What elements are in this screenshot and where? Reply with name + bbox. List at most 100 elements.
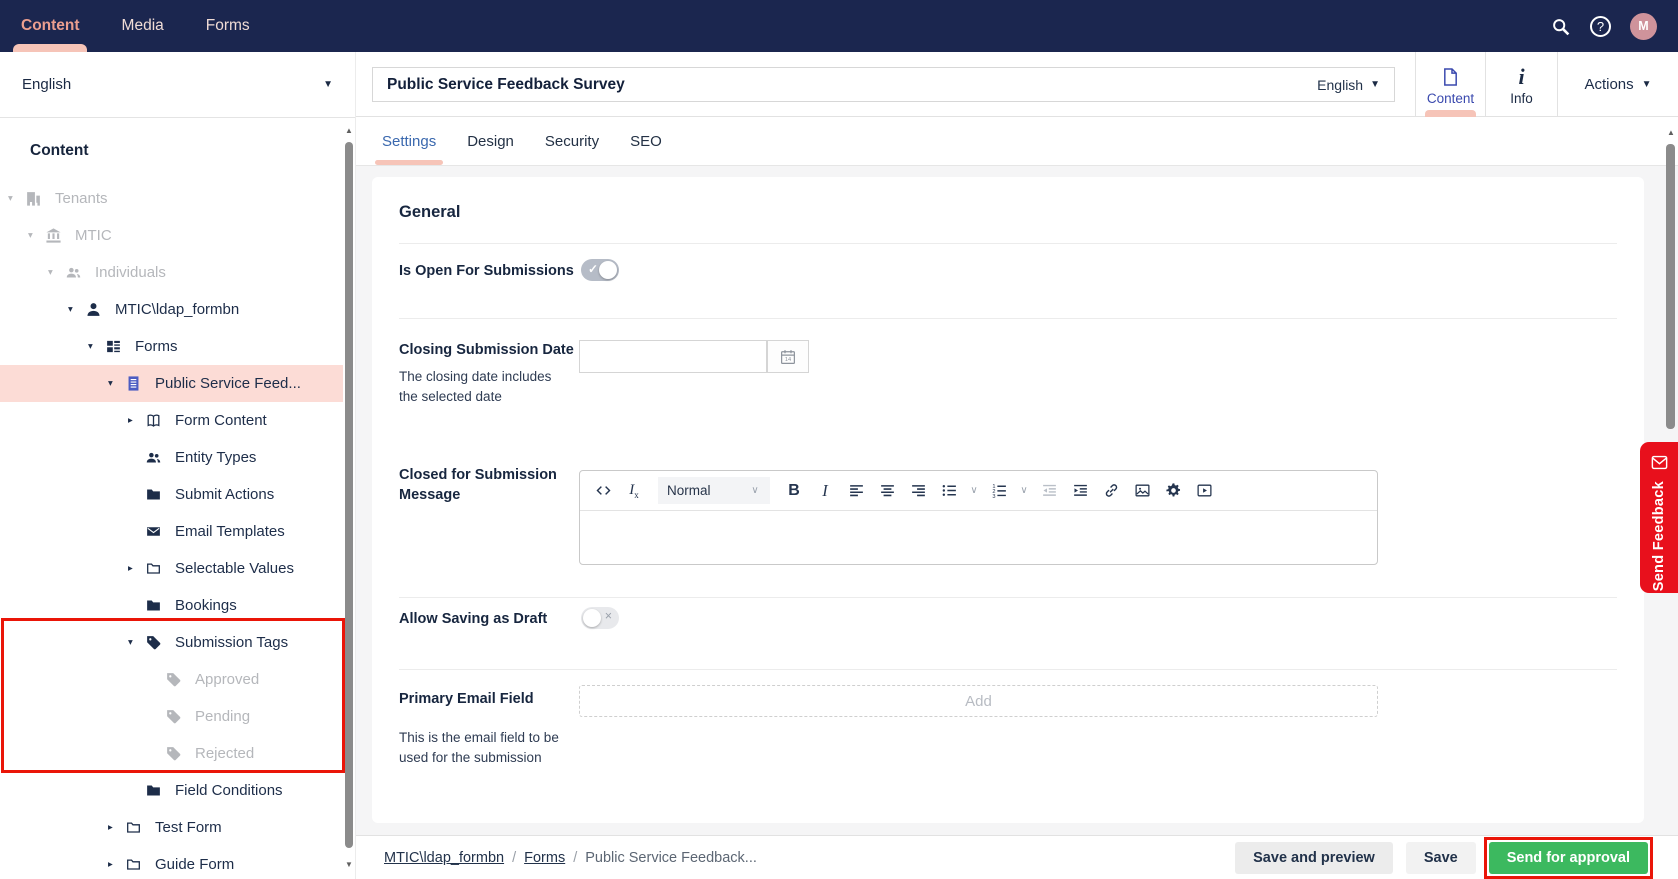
caret-down-icon[interactable]: ▾ <box>128 637 145 648</box>
indent-button[interactable] <box>1068 478 1092 504</box>
tree-item-bookings[interactable]: Bookings <box>0 587 343 624</box>
chevron-down-icon[interactable]: ∨ <box>968 485 980 496</box>
breadcrumb-public-service-feedback: Public Service Feedback... <box>585 850 757 866</box>
language-selector[interactable]: English ▼ <box>0 52 355 118</box>
tree-item-field-conditions[interactable]: Field Conditions <box>0 772 343 809</box>
caret-right-icon[interactable]: ▸ <box>108 859 125 870</box>
tree-item-pending[interactable]: Pending <box>0 698 343 735</box>
indent-icon <box>1072 482 1089 499</box>
document-header: Public Service Feedback Survey English ▼… <box>356 52 1678 117</box>
align-right-button[interactable] <box>906 478 930 504</box>
tree-item-guide-form[interactable]: ▸Guide Form <box>0 846 343 879</box>
align-left-button[interactable] <box>844 478 868 504</box>
actions-dropdown[interactable]: Actions ▼ <box>1557 52 1678 117</box>
tree-item-tenants[interactable]: ▾ Tenants <box>0 180 343 217</box>
editor-content[interactable] <box>580 511 1377 564</box>
ordered-list-button[interactable]: 123 <box>987 478 1011 504</box>
allow-draft-toggle[interactable]: × <box>581 607 619 629</box>
tab-design[interactable]: Design <box>467 117 514 165</box>
tree-item-entity-types[interactable]: Entity Types <box>0 439 343 476</box>
primary-email-add-button[interactable]: Add <box>579 685 1378 717</box>
caret-right-icon[interactable]: ▸ <box>108 822 125 833</box>
caret-down-icon[interactable]: ▾ <box>8 193 25 204</box>
tab-settings[interactable]: Settings <box>382 117 436 165</box>
tree-item-submission-tags[interactable]: ▾Submission Tags <box>0 624 343 661</box>
italic-button[interactable]: I <box>813 478 837 504</box>
sidebar-scrollbar[interactable]: ▲ ▼ <box>343 126 355 879</box>
tree-item-email-templates[interactable]: Email Templates <box>0 513 343 550</box>
tab-seo[interactable]: SEO <box>630 117 662 165</box>
save-and-preview-button[interactable]: Save and preview <box>1235 842 1393 874</box>
settings-button[interactable] <box>1161 478 1185 504</box>
closing-date-input[interactable] <box>579 340 767 373</box>
code-button[interactable] <box>591 478 615 504</box>
tab-security[interactable]: Security <box>545 117 599 165</box>
caret-down-icon[interactable]: ▾ <box>108 378 125 389</box>
feedback-envelope-icon <box>1650 453 1669 472</box>
calendar-button[interactable]: 14 <box>767 340 809 373</box>
settings-tab-strip: Settings Design Security SEO <box>356 117 1678 166</box>
tree-item-forms[interactable]: ▾Forms <box>0 328 343 365</box>
tree-item-test-form[interactable]: ▸ Test Form <box>0 809 343 846</box>
caret-right-icon[interactable]: ▸ <box>128 563 145 574</box>
is-open-toggle[interactable]: ✓ <box>581 259 619 281</box>
send-for-approval-button[interactable]: Send for approval <box>1489 842 1648 874</box>
nav-item-content[interactable]: Content <box>0 0 101 52</box>
outdent-button[interactable] <box>1037 478 1061 504</box>
tree-item-label: Tenants <box>55 190 108 207</box>
sidebar: English ▼ Content ▾Tenants▾MTIC▾Individu… <box>0 52 356 879</box>
tree-item-rejected[interactable]: Rejected <box>0 735 343 772</box>
save-button[interactable]: Save <box>1406 842 1476 874</box>
tree-item-public-service-feed[interactable]: ▾Public Service Feed... <box>0 365 343 402</box>
tree-item-submit-actions[interactable]: Submit Actions <box>0 476 343 513</box>
unordered-list-button[interactable] <box>937 478 961 504</box>
scroll-down-icon[interactable]: ▼ <box>343 860 355 869</box>
send-feedback-label: Send Feedback <box>1651 481 1667 591</box>
breadcrumb-mtic-ldap-formbn[interactable]: MTIC\ldap_formbn <box>384 850 504 866</box>
link-button[interactable] <box>1099 478 1123 504</box>
document-title-input[interactable]: Public Service Feedback Survey English ▼ <box>372 67 1395 102</box>
search-icon[interactable] <box>1550 16 1571 37</box>
tree-item-selectable-values[interactable]: ▸Selectable Values <box>0 550 343 587</box>
scroll-up-icon[interactable]: ▲ <box>343 126 355 135</box>
app-tab-info[interactable]: i Info <box>1485 52 1557 117</box>
tree-item-label: Test Form <box>155 819 222 836</box>
avatar[interactable]: M <box>1630 13 1657 40</box>
chevron-down-icon[interactable]: ∨ <box>1018 485 1030 496</box>
user-icon <box>85 301 102 318</box>
topnav-right: ? M <box>1550 13 1678 40</box>
align-center-button[interactable] <box>875 478 899 504</box>
bold-button[interactable]: B <box>782 478 806 504</box>
caret-down-icon[interactable]: ▾ <box>28 230 45 241</box>
settings-icon <box>1165 482 1182 499</box>
caret-down-icon[interactable]: ▾ <box>68 304 85 315</box>
tree-item-mtic-ldap-formbn[interactable]: ▾MTIC\ldap_formbn <box>0 291 343 328</box>
main-scrollbar-thumb[interactable] <box>1666 144 1675 429</box>
scroll-up-icon[interactable]: ▲ <box>1665 128 1677 137</box>
tag-icon <box>165 708 182 725</box>
breadcrumb-forms[interactable]: Forms <box>524 850 565 866</box>
image-button[interactable] <box>1130 478 1154 504</box>
format-select[interactable]: Normal∨ <box>658 477 770 504</box>
tree-item-mtic[interactable]: ▾MTIC <box>0 217 343 254</box>
title-language-dropdown[interactable]: English ▼ <box>1317 77 1380 93</box>
send-feedback-button[interactable]: Send Feedback <box>1640 442 1678 593</box>
nav-item-forms[interactable]: Forms <box>185 0 271 52</box>
caret-down-icon[interactable]: ▾ <box>88 341 105 352</box>
caret-right-icon[interactable]: ▸ <box>128 415 145 426</box>
svg-text:3: 3 <box>992 494 995 499</box>
caret-down-icon[interactable]: ▾ <box>48 267 65 278</box>
tree-item-approved[interactable]: Approved <box>0 661 343 698</box>
nav-item-media[interactable]: Media <box>101 0 185 52</box>
form-icon <box>125 375 142 392</box>
help-icon[interactable]: ? <box>1590 16 1611 37</box>
embed-video-button[interactable] <box>1192 478 1216 504</box>
app-tab-content[interactable]: Content <box>1415 52 1485 117</box>
clear-formatting-button[interactable]: Ix <box>622 478 646 504</box>
tree-item-individuals[interactable]: ▾Individuals <box>0 254 343 291</box>
tree-item-form-content[interactable]: ▸Form Content <box>0 402 343 439</box>
tree-item-label: Approved <box>195 671 259 688</box>
divider <box>399 669 1617 670</box>
tag-icon <box>165 745 182 762</box>
sidebar-scrollbar-thumb[interactable] <box>345 142 353 848</box>
